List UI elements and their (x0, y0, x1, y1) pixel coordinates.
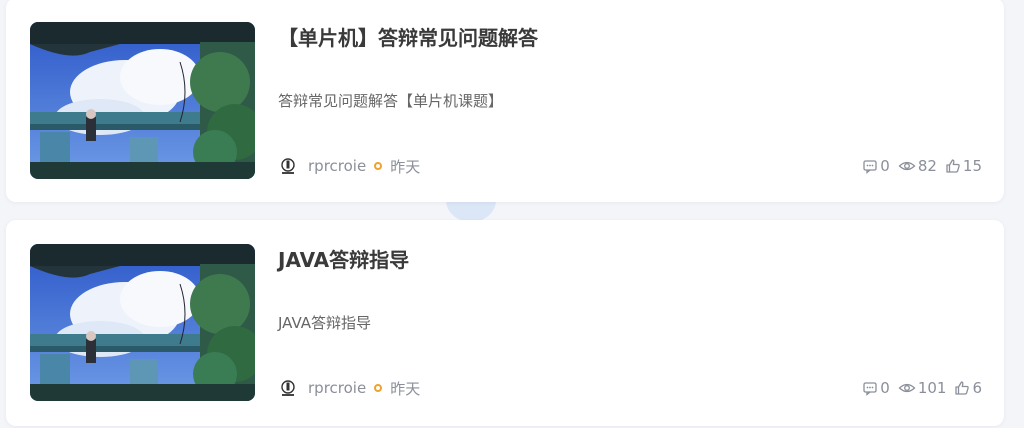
comment-count-value: 0 (880, 157, 890, 175)
circle-dot-icon (374, 384, 383, 392)
post-thumbnail[interactable] (30, 22, 255, 179)
author-name[interactable]: rprcroie (308, 379, 366, 397)
thumbs-up-icon (955, 381, 970, 395)
post-description: 答辩常见问题解答【单片机课题】 (278, 92, 504, 110)
like-count-value: 6 (972, 379, 982, 397)
thumbs-up-icon (946, 159, 960, 173)
post-title[interactable]: 【单片机】答辩常见问题解答 (278, 22, 538, 51)
post-meta: rprcroie 昨天 (278, 378, 420, 398)
post-card[interactable]: JAVA答辩指导 JAVA答辩指导 rprcroie 昨天 0 101 6 (6, 220, 1004, 426)
post-card[interactable]: 【单片机】答辩常见问题解答 答辩常见问题解答【单片机课题】 rprcroie 昨… (6, 0, 1004, 202)
view-count: 101 (898, 379, 947, 397)
like-count-value: 15 (962, 157, 982, 175)
avatar-logo-icon (281, 380, 295, 396)
post-time: 昨天 (390, 379, 421, 398)
eye-icon (898, 161, 916, 171)
comment-count-value: 0 (880, 379, 890, 397)
comment-count[interactable]: 0 (862, 379, 890, 397)
author-avatar[interactable] (278, 156, 298, 176)
post-thumbnail[interactable] (30, 244, 255, 401)
thumbnail-image (30, 244, 255, 401)
circle-dot-icon (374, 162, 383, 170)
view-count: 82 (898, 157, 937, 175)
post-time: 昨天 (390, 157, 421, 176)
author-avatar[interactable] (278, 378, 298, 398)
post-stats: 0 82 15 (854, 156, 982, 176)
eye-icon (898, 383, 916, 393)
view-count-value: 82 (917, 157, 937, 175)
view-count-value: 101 (917, 379, 947, 397)
like-count[interactable]: 15 (945, 157, 982, 175)
comment-icon (863, 382, 877, 396)
post-meta: rprcroie 昨天 (278, 156, 420, 176)
like-count[interactable]: 6 (954, 379, 982, 397)
comment-count[interactable]: 0 (862, 157, 890, 175)
thumbnail-image (30, 22, 255, 179)
post-title[interactable]: JAVA答辩指导 (278, 244, 409, 273)
author-name[interactable]: rprcroie (308, 157, 366, 175)
post-stats: 0 101 6 (854, 378, 982, 398)
avatar-logo-icon (281, 158, 295, 174)
comment-icon (863, 160, 877, 174)
post-description: JAVA答辩指导 (278, 314, 372, 332)
